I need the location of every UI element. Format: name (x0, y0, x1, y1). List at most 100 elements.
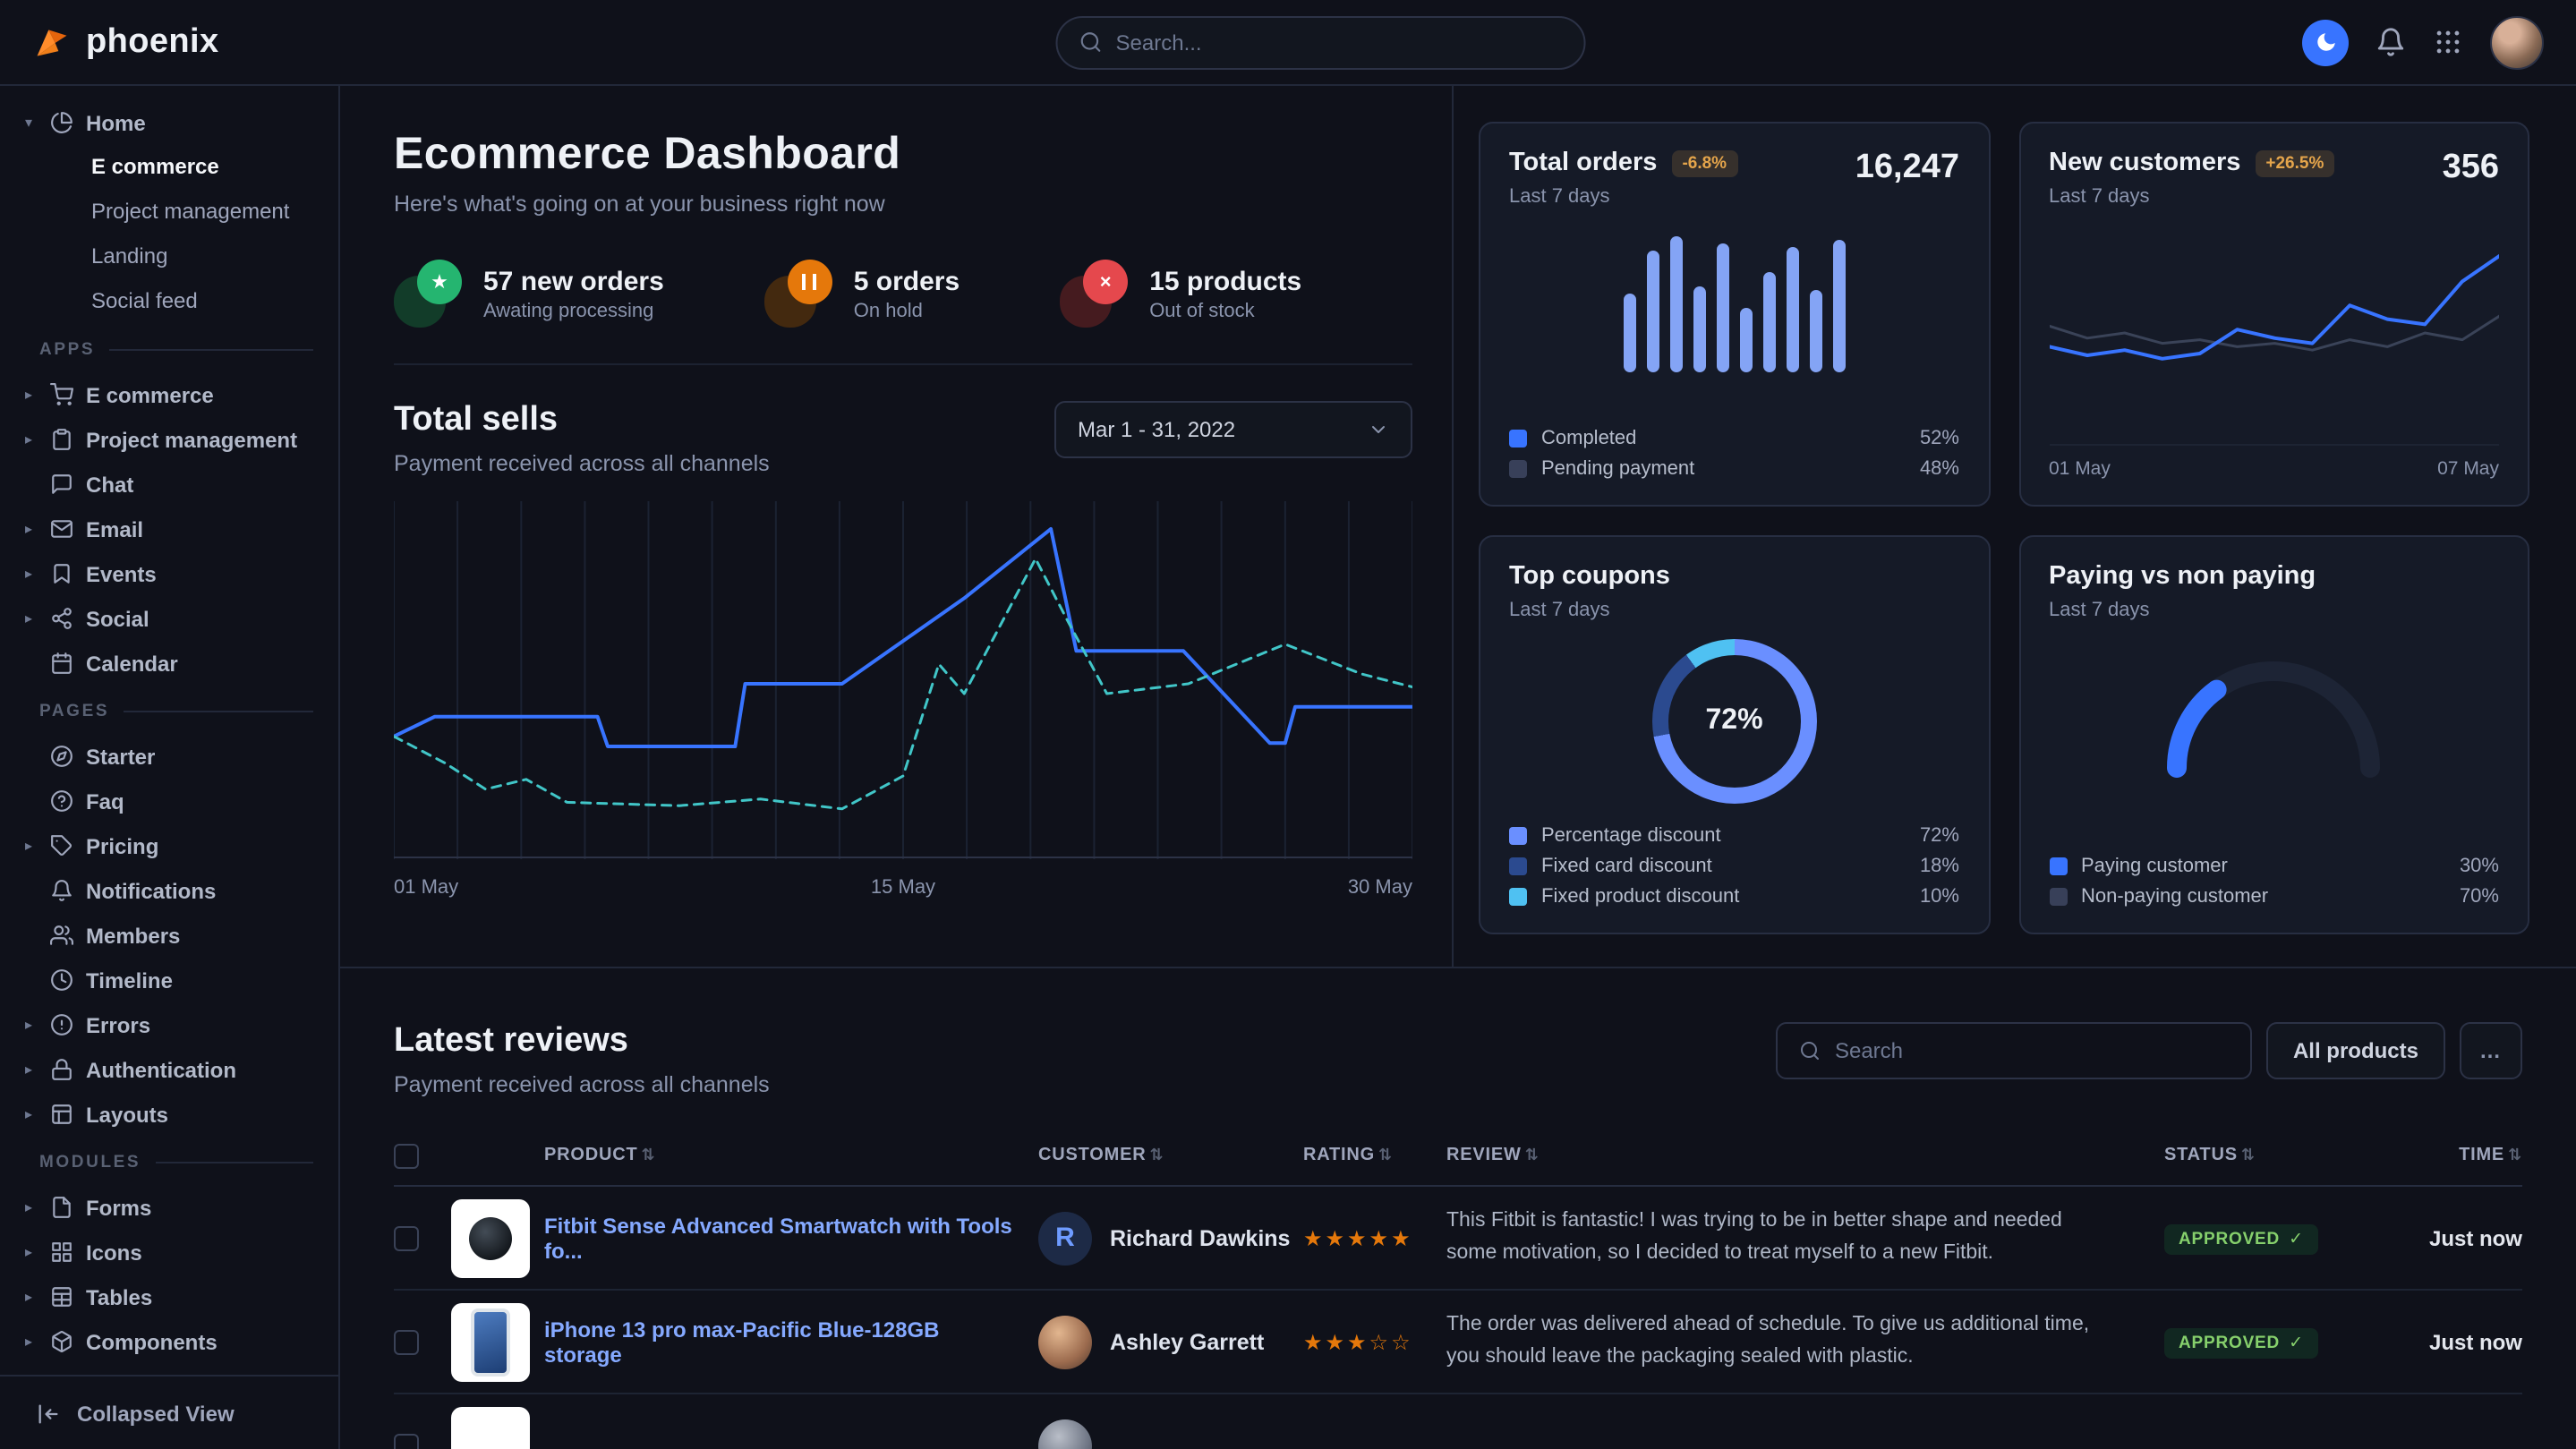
reviews-table-header: PRODUCT⇅CUSTOMER⇅RATING⇅REVIEW⇅STATUS⇅TI… (394, 1126, 2522, 1187)
bar (1787, 246, 1799, 372)
global-search[interactable] (1055, 15, 1585, 69)
sidebar-item-project-management[interactable]: ▸Project management (0, 417, 338, 462)
row-checkbox[interactable] (394, 1227, 419, 1252)
review-time: Just now (2379, 1329, 2522, 1354)
top-coupons-card: Top coupons Last 7 days 72% Percentage d… (1479, 535, 1990, 934)
global-search-input[interactable] (1116, 30, 1562, 55)
tag-icon (50, 834, 73, 857)
paying-legend: Paying customer30%Non-paying customer70% (2049, 856, 2499, 908)
legend-label: Pending payment (1541, 458, 1694, 480)
sidebar-item-e-commerce[interactable]: E commerce (0, 145, 338, 190)
sidebar-item-label: Starter (86, 744, 155, 769)
sidebar-item-project-management[interactable]: Project management (0, 190, 338, 234)
sort-icon: ⇅ (2508, 1146, 2522, 1163)
legend-item-completed: Completed52% (1509, 428, 1959, 449)
sidebar-item-components[interactable]: ▸ Components (0, 1319, 338, 1364)
legend-value: 30% (2460, 856, 2499, 877)
product-link[interactable]: iPhone 13 pro max-Pacific Blue-128GB sto… (544, 1317, 1038, 1367)
product-image[interactable] (451, 1302, 530, 1381)
product-image[interactable] (451, 1406, 530, 1449)
column-header-review[interactable]: REVIEW⇅ (1446, 1146, 2164, 1165)
sidebar-item-calendar[interactable]: Calendar (0, 641, 338, 686)
sidebar-item-faq[interactable]: Faq (0, 779, 338, 823)
sidebar-item-notifications[interactable]: Notifications (0, 868, 338, 913)
sidebar-item-landing[interactable]: Landing (0, 234, 338, 279)
column-header-customer[interactable]: CUSTOMER⇅ (1038, 1146, 1303, 1165)
user-avatar[interactable] (2490, 15, 2544, 69)
sidebar-item-label: Components (86, 1329, 218, 1354)
legend-item-non-paying-customer: Non-paying customer70% (2049, 886, 2499, 908)
sidebar-item-label: Tables (86, 1284, 152, 1309)
legend-value: 18% (1920, 856, 1959, 877)
reviews-table: PRODUCT⇅CUSTOMER⇅RATING⇅REVIEW⇅STATUS⇅TI… (394, 1126, 2522, 1449)
sidebar-item-timeline[interactable]: Timeline (0, 958, 338, 1002)
column-header-status[interactable]: STATUS⇅ (2164, 1146, 2379, 1165)
sidebar-item-email[interactable]: ▸Email (0, 507, 338, 551)
new-customers-card: New customers +26.5% Last 7 days 356 01 … (2018, 122, 2529, 507)
legend-value: 10% (1920, 886, 1959, 908)
brand-name[interactable]: phoenix (86, 22, 219, 62)
sidebar-item-chat[interactable]: Chat (0, 462, 338, 507)
collapsed-view-toggle[interactable]: Collapsed View (0, 1375, 338, 1449)
sidebar-item-members[interactable]: Members (0, 913, 338, 958)
total-sells-title: Total sells (394, 401, 770, 440)
brand[interactable]: phoenix (32, 22, 219, 62)
legend-swatch (2049, 888, 2067, 906)
sidebar-item-authentication[interactable]: ▸Authentication (0, 1047, 338, 1092)
more-options-button[interactable]: … (2460, 1022, 2522, 1079)
stat-value: 5 orders (854, 266, 960, 296)
sidebar-item-icons[interactable]: ▸Icons (0, 1230, 338, 1274)
sidebar-item-home[interactable]: ▾Home (0, 100, 338, 145)
card-value: 16,247 (1855, 149, 1959, 188)
sort-icon: ⇅ (642, 1146, 656, 1163)
total-orders-bar-chart (1509, 229, 1959, 372)
date-range-select[interactable]: Mar 1 - 31, 2022 (1054, 401, 1412, 458)
notifications-button[interactable] (2376, 27, 2406, 57)
sidebar-item-forms[interactable]: ▸Forms (0, 1185, 338, 1230)
pie-chart-icon (50, 111, 73, 134)
sidebar-item-label: E commerce (86, 382, 214, 407)
row-checkbox[interactable] (394, 1331, 419, 1356)
top-navbar: phoenix (0, 0, 2576, 86)
sidebar-item-events[interactable]: ▸Events (0, 551, 338, 596)
users-icon (50, 924, 73, 947)
legend-value: 52% (1920, 428, 1959, 449)
sidebar-item-starter[interactable]: Starter (0, 734, 338, 779)
column-header-time[interactable]: TIME⇅ (2379, 1146, 2522, 1165)
stat-caption: Awating processing (483, 300, 664, 321)
sidebar-item-e-commerce[interactable]: ▸E commerce (0, 372, 338, 417)
sidebar-item-label: Social (86, 606, 149, 631)
sidebar-item-pricing[interactable]: ▸Pricing (0, 823, 338, 868)
stat-value: 15 products (1149, 266, 1301, 296)
stat-orders-on-hold: 5 orders On hold (764, 260, 960, 328)
column-header-product[interactable]: PRODUCT⇅ (544, 1146, 1038, 1165)
moon-icon (2314, 30, 2337, 54)
column-header-rating[interactable]: RATING⇅ (1303, 1146, 1446, 1165)
sidebar-item-social[interactable]: ▸Social (0, 596, 338, 641)
caret-icon: ▸ (20, 1334, 38, 1350)
sidebar-item-errors[interactable]: ▸Errors (0, 1002, 338, 1047)
bar (1624, 294, 1636, 372)
review-text: The order was delivered ahead of schedul… (1446, 1311, 2164, 1373)
theme-toggle-button[interactable] (2302, 19, 2349, 65)
legend-label: Non-paying customer (2081, 886, 2268, 908)
sidebar-item-layouts[interactable]: ▸Layouts (0, 1092, 338, 1137)
product-link[interactable]: Fitbit Sense Advanced Smartwatch with To… (544, 1213, 1038, 1263)
reviews-search[interactable] (1776, 1022, 2252, 1079)
caret-icon: ▸ (20, 1289, 38, 1305)
stat-caption: On hold (854, 300, 960, 321)
row-checkbox[interactable] (394, 1435, 419, 1449)
latest-reviews-section: Latest reviews Payment received across a… (340, 968, 2576, 1449)
sidebar-item-social-feed[interactable]: Social feed (0, 279, 338, 324)
select-all-checkbox[interactable] (394, 1143, 419, 1168)
all-products-filter-button[interactable]: All products (2266, 1022, 2445, 1079)
reviews-search-input[interactable] (1835, 1038, 2229, 1063)
legend-label: Percentage discount (1541, 825, 1721, 847)
legend-label: Fixed product discount (1541, 886, 1739, 908)
customer-avatar: R (1038, 1211, 1092, 1265)
sidebar-item-label: Layouts (86, 1102, 168, 1127)
apps-grid-button[interactable] (2433, 27, 2463, 57)
caret-icon: ▸ (20, 838, 38, 854)
sidebar-item-tables[interactable]: ▸ Tables (0, 1274, 338, 1319)
product-image[interactable] (451, 1198, 530, 1277)
